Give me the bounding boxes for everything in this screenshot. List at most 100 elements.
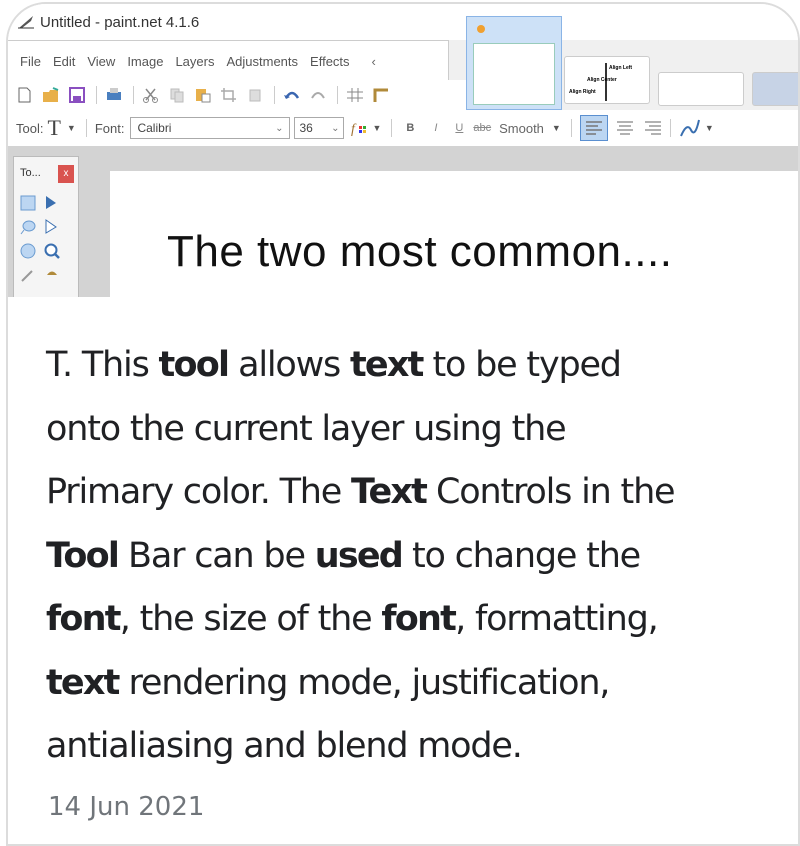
menu-adjustments[interactable]: Adjustments bbox=[226, 54, 298, 69]
text-segment: Bar can be bbox=[118, 535, 315, 576]
description-line: text rendering mode, justification, bbox=[46, 652, 786, 716]
menu-view[interactable]: View bbox=[87, 54, 115, 69]
paste-icon[interactable] bbox=[194, 87, 212, 103]
chevron-down-icon: ⌄ bbox=[275, 122, 284, 134]
copy-icon[interactable] bbox=[168, 87, 186, 103]
italic-button[interactable]: I bbox=[434, 122, 437, 134]
lasso-select-icon[interactable] bbox=[20, 219, 36, 235]
description-line: T. This tool allows text to be typed bbox=[46, 334, 786, 398]
paint-bucket-icon[interactable] bbox=[44, 267, 60, 283]
image-star-icon bbox=[477, 25, 485, 33]
separator bbox=[274, 86, 275, 104]
menu-image[interactable]: Image bbox=[127, 54, 163, 69]
open-folder-icon[interactable] bbox=[42, 87, 60, 103]
thumbnail-align[interactable]: Align Left Align Center Align Right bbox=[564, 56, 650, 104]
thumb-align-center: Align Center bbox=[587, 77, 617, 83]
text-segment: Primary color. The bbox=[46, 472, 352, 512]
description-line: Primary color. The Text Controls in the bbox=[46, 461, 786, 525]
description-text: T. This tool allows text to be typed onto… bbox=[46, 334, 786, 779]
thumbnail-page bbox=[473, 43, 555, 105]
underline-button[interactable]: U bbox=[455, 122, 463, 134]
font-color-dropdown-icon[interactable]: ▼ bbox=[372, 123, 381, 133]
font-color-icon[interactable]: f bbox=[350, 120, 368, 136]
text-segment: Controls in the bbox=[426, 472, 676, 512]
paintnet-icon bbox=[18, 16, 34, 29]
font-select[interactable]: Calibri ⌄ bbox=[130, 117, 291, 139]
strikethrough-button[interactable]: abc bbox=[473, 122, 491, 134]
menu-file[interactable]: File bbox=[20, 54, 41, 69]
window-title: Untitled - paint.net 4.1.6 bbox=[40, 13, 200, 31]
font-size-value: 36 bbox=[299, 121, 313, 135]
text-segment: , formatting, bbox=[455, 599, 659, 639]
menu-layers[interactable]: Layers bbox=[175, 54, 214, 69]
ruler-icon[interactable] bbox=[372, 87, 390, 103]
close-icon[interactable]: x bbox=[58, 165, 74, 183]
align-center-icon[interactable] bbox=[614, 118, 636, 138]
thumb-align-right: Align Right bbox=[569, 89, 596, 95]
redo-icon[interactable] bbox=[309, 87, 327, 103]
align-left-icon[interactable] bbox=[579, 115, 608, 141]
ellipse-select-icon[interactable] bbox=[20, 243, 36, 259]
description-line: antialiasing and blend mode. bbox=[46, 715, 786, 779]
blend-mode-icon[interactable] bbox=[679, 118, 701, 138]
move-selection-icon[interactable] bbox=[44, 195, 60, 211]
thumbnail-curve[interactable] bbox=[658, 72, 744, 106]
menu-edit[interactable]: Edit bbox=[53, 54, 75, 69]
image-thumbnail-selected[interactable] bbox=[466, 16, 562, 110]
antialias-dropdown-icon[interactable]: ▼ bbox=[552, 123, 561, 133]
text-segment: onto the current layer using the bbox=[46, 408, 567, 449]
new-file-icon[interactable] bbox=[16, 87, 34, 103]
tool-dropdown-icon[interactable]: ▼ bbox=[67, 123, 76, 133]
image-canvas[interactable]: The two most common.... bbox=[110, 171, 798, 297]
bold-keyword: text bbox=[46, 662, 120, 703]
tools-panel-title: To... bbox=[20, 167, 41, 179]
print-icon[interactable] bbox=[105, 87, 123, 103]
font-value: Calibri bbox=[137, 121, 172, 135]
menu-bar: File Edit View Image Layers Adjustments … bbox=[8, 40, 449, 81]
svg-text:f: f bbox=[351, 122, 357, 136]
separator bbox=[669, 119, 671, 137]
title-bar: Untitled - paint.net 4.1.6 bbox=[8, 4, 798, 40]
separator bbox=[337, 86, 338, 104]
bold-keyword: Text bbox=[351, 472, 428, 512]
thumbnail-blue[interactable] bbox=[752, 72, 798, 106]
save-icon[interactable] bbox=[68, 87, 86, 103]
description-line: onto the current layer using the bbox=[46, 398, 786, 462]
align-right-icon[interactable] bbox=[642, 118, 664, 138]
snippet-card: Untitled - paint.net 4.1.6 File Edit Vie… bbox=[6, 2, 800, 846]
separator bbox=[133, 86, 134, 104]
separator bbox=[96, 86, 97, 104]
text-segment: to change the bbox=[402, 535, 641, 576]
bold-keyword: font bbox=[46, 599, 122, 639]
tool-label: Tool: bbox=[16, 120, 44, 136]
crop-icon[interactable] bbox=[220, 87, 238, 103]
antialias-select[interactable]: Smooth bbox=[499, 121, 544, 136]
separator bbox=[391, 119, 393, 137]
text-segment: rendering mode, justification, bbox=[118, 662, 611, 703]
menu-effects[interactable]: Effects bbox=[310, 54, 350, 69]
move-selected-icon[interactable] bbox=[44, 219, 60, 235]
font-size-select[interactable]: 36 ⌄ bbox=[294, 117, 345, 139]
icon-toolbar bbox=[8, 80, 468, 110]
undo-icon[interactable] bbox=[283, 87, 301, 103]
separator bbox=[85, 119, 87, 137]
cut-icon[interactable] bbox=[142, 87, 160, 103]
text-tool-icon[interactable]: T bbox=[47, 115, 60, 141]
rectangle-select-icon[interactable] bbox=[20, 195, 36, 211]
magic-wand-icon[interactable] bbox=[20, 267, 36, 283]
text-segment: , the size of the bbox=[119, 599, 382, 639]
text-segment: to be typed bbox=[422, 345, 622, 385]
bold-keyword: used bbox=[314, 535, 404, 576]
thumb-align-left: Align Left bbox=[609, 65, 633, 71]
grid-icon[interactable] bbox=[346, 87, 364, 103]
scroll-left-icon[interactable]: ‹ bbox=[372, 54, 376, 69]
separator bbox=[570, 119, 572, 137]
description-line: Tool Bar can be used to change the bbox=[46, 525, 786, 589]
text-segment: antialiasing and blend mode. bbox=[46, 726, 523, 766]
deselect-icon[interactable] bbox=[246, 87, 264, 103]
canvas-text: The two most common.... bbox=[167, 227, 673, 276]
text-segment: allows bbox=[228, 345, 350, 385]
bold-button[interactable]: B bbox=[406, 122, 414, 134]
blend-dropdown-icon[interactable]: ▼ bbox=[705, 123, 714, 133]
zoom-icon[interactable] bbox=[44, 243, 60, 259]
